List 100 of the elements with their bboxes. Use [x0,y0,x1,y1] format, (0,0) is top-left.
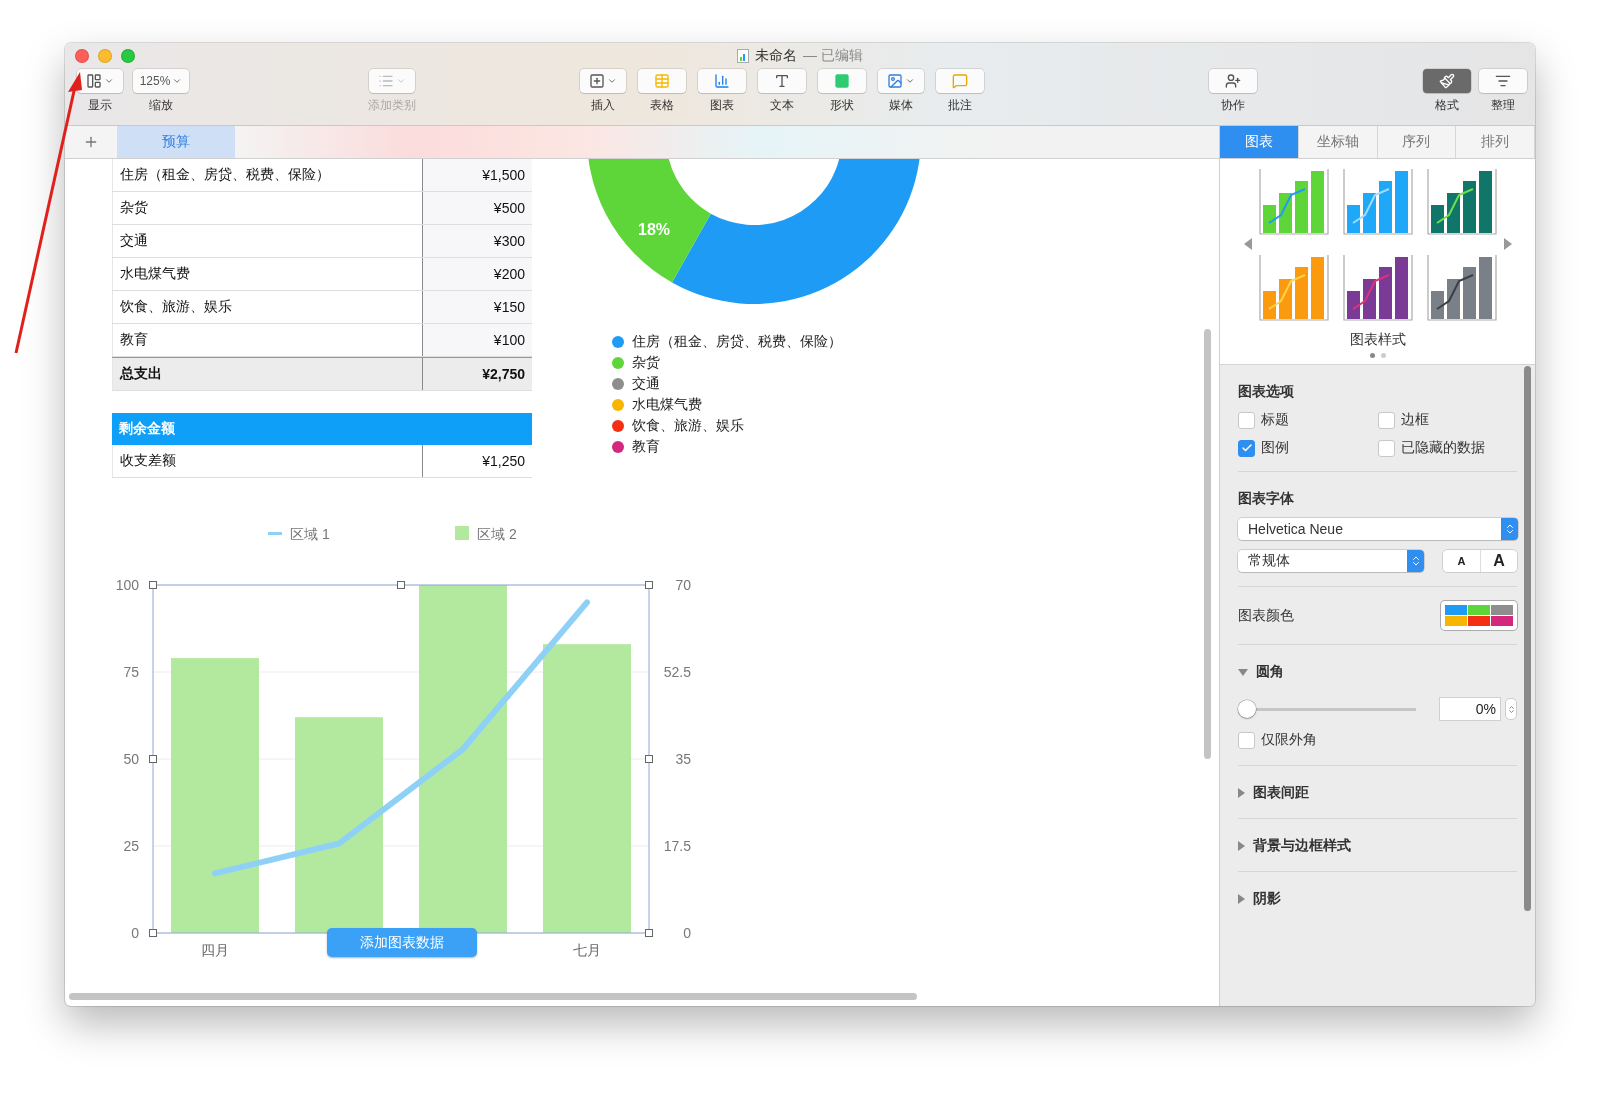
table-cell: 收支差额 [112,445,422,477]
inspector-tab[interactable]: 序列 [1377,126,1457,158]
zoom-button[interactable]: 125% [133,69,189,93]
resize-handle[interactable] [645,755,653,763]
axis-tick-label: 50 [123,751,139,767]
inspector-tab[interactable]: 坐标轴 [1298,126,1378,158]
stepper[interactable] [1505,698,1517,720]
toolbar-label: 批注 [948,97,972,114]
scrollbar[interactable] [69,993,917,1000]
previous-arrow-icon[interactable] [1242,237,1253,251]
caret-icon [396,76,406,86]
section-title: 图表字体 [1238,490,1295,508]
checkbox[interactable]: 已隐藏的数据 [1378,439,1517,457]
close-button[interactable] [75,49,89,63]
toolbar-label: 格式 [1435,97,1459,114]
disclosure-toggle[interactable]: 阴影 [1238,890,1517,908]
chart-color-swatch[interactable] [1441,601,1517,630]
chart-style-thumbnail[interactable] [1342,253,1413,321]
scrollbar[interactable] [1204,329,1211,759]
legend-label: 饮食、旅游、娱乐 [632,417,744,435]
table-button[interactable] [638,69,686,93]
legend-entry: 区域 2 [455,526,517,542]
table-cell: ¥100 [422,324,532,356]
page-indicator[interactable] [1369,353,1386,358]
checkbox[interactable]: 仅限外角 [1238,731,1517,749]
corner-radius-field[interactable]: 0% [1439,697,1501,721]
collaborate-button[interactable] [1209,69,1257,93]
resize-handle[interactable] [149,581,157,589]
document-icon [737,49,750,63]
filter-icon [1495,73,1511,89]
text-icon [774,73,790,89]
chart-style-thumbnail[interactable] [1342,167,1413,235]
plus-icon [83,134,99,150]
toolbar-label: 显示 [88,97,112,114]
chart-style-thumbnail[interactable] [1258,253,1329,321]
axis-category-label: 七月 [573,942,601,958]
resize-handle[interactable] [149,929,157,937]
table-header-cell: 剩余金额 [112,413,532,445]
speech-bubble-icon [952,73,968,89]
resize-handle[interactable] [645,581,653,589]
chart-style-thumbnail[interactable] [1426,167,1497,235]
comment-button[interactable] [936,69,984,93]
table-cell: ¥1,500 [422,159,532,191]
organize-button[interactable] [1479,69,1527,93]
slider-thumb[interactable] [1237,700,1256,718]
square-icon [834,73,850,89]
section-title: 图表颜色 [1238,606,1294,625]
minimize-button[interactable] [98,49,112,63]
chart-style-thumbnail[interactable] [1258,167,1329,235]
toolbar-label: 添加类别 [368,97,416,114]
format-button[interactable] [1423,69,1471,93]
chart-button[interactable] [698,69,746,93]
axis-tick-label: 25 [123,838,139,854]
paintbrush-icon [1439,73,1455,89]
checkbox[interactable]: 标题 [1238,411,1378,429]
next-arrow-icon[interactable] [1502,237,1513,251]
insert-button[interactable] [580,69,626,93]
toolbar-label: 整理 [1491,97,1515,114]
toolbar-label: 文本 [770,97,794,114]
disclosure-toggle[interactable]: 图表间距 [1238,784,1517,802]
table-cell: ¥300 [422,225,532,257]
resize-handle[interactable] [645,929,653,937]
toolbar-label: 表格 [650,97,674,114]
sidebar-layout-icon [86,73,102,89]
scrollbar[interactable] [1524,366,1531,911]
checkbox[interactable]: 边框 [1378,411,1517,429]
table-cell: ¥200 [422,258,532,290]
caret-icon [172,76,183,86]
increase-font-button[interactable]: A [1480,550,1517,572]
chart-style-thumbnail[interactable] [1426,253,1497,321]
table-cell: ¥150 [422,291,532,323]
resize-handle[interactable] [397,581,405,589]
resize-handle[interactable] [149,755,157,763]
table-cell: ¥1,250 [422,445,532,477]
decrease-font-button[interactable]: A [1443,550,1480,572]
legend-label: 教育 [632,438,660,456]
plus-square-icon [589,73,605,89]
font-style-select[interactable]: 常规体 [1238,550,1424,572]
media-button[interactable] [878,69,924,93]
zoom-window-button[interactable] [121,49,135,63]
axis-tick-label: 0 [131,925,139,941]
list-icon [378,73,394,89]
disclosure-toggle[interactable]: 背景与边框样式 [1238,837,1517,855]
legend-label: 交通 [632,375,660,393]
view-button[interactable] [77,69,123,93]
toolbar-label: 插入 [591,97,615,114]
font-family-select[interactable]: Helvetica Neue [1238,518,1518,540]
table-cell: ¥2,750 [422,358,532,390]
inspector-tab[interactable]: 排列 [1456,126,1535,158]
table-icon [654,73,670,89]
caret-icon [607,76,617,86]
text-button[interactable] [758,69,806,93]
checkbox[interactable]: 图例 [1238,439,1378,457]
section-title: 图表选项 [1238,383,1295,401]
updown-arrows-icon [1506,704,1516,714]
toolbar-label: 形状 [830,97,854,114]
axis-category-label: 四月 [201,942,229,958]
disclosure-toggle[interactable]: 圆角 [1238,663,1517,681]
image-icon [887,73,903,89]
shape-button[interactable] [818,69,866,93]
